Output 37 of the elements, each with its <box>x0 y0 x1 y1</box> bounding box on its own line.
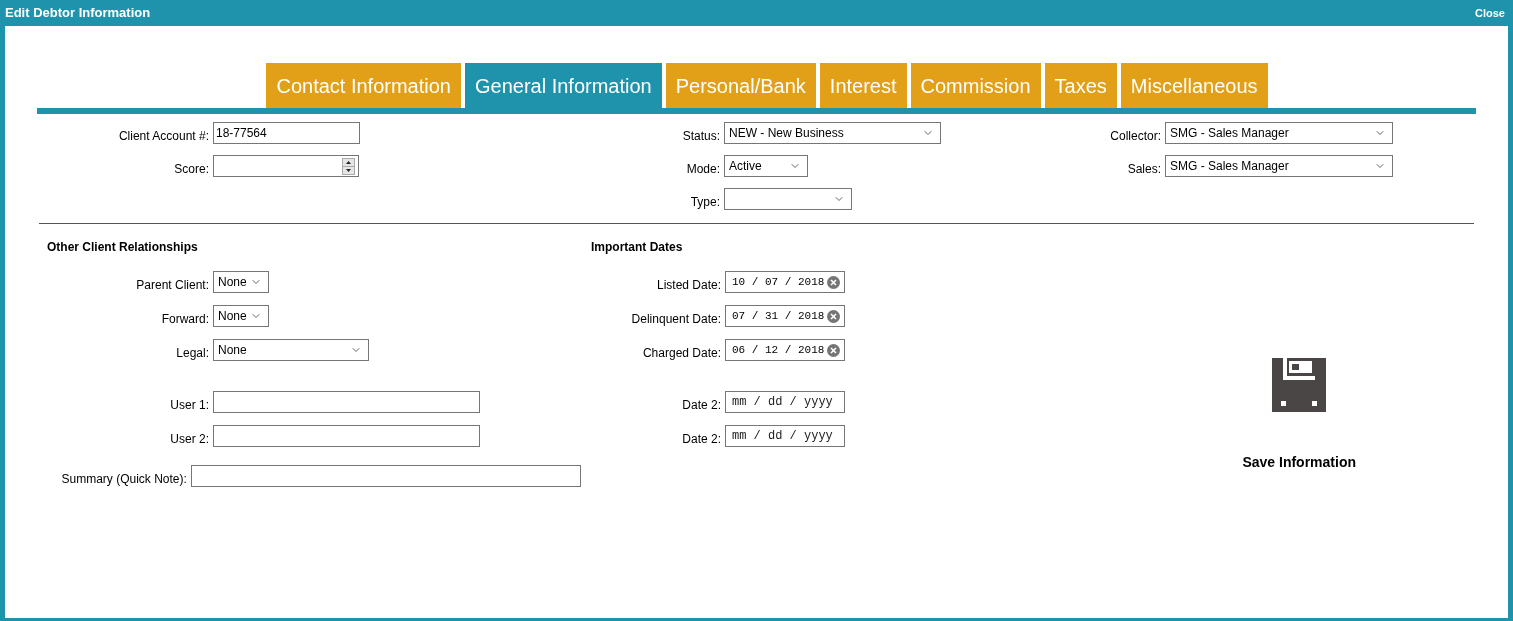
field-label: User 1: <box>169 397 209 414</box>
close-link[interactable]: Close <box>1475 4 1505 22</box>
field-label: User 2: <box>169 431 209 448</box>
date-field[interactable]: 07 / 31 / 2018 <box>725 305 845 327</box>
field-label: Score: <box>173 161 209 178</box>
select-field[interactable]: None <box>213 305 269 327</box>
section-heading: Other Client Relationships <box>47 239 199 256</box>
select-field[interactable]: None <box>213 339 369 361</box>
date-field[interactable]: mm / dd / yyyy <box>725 425 845 447</box>
select-field[interactable]: SMG - Sales Manager <box>1165 122 1393 144</box>
field-label: Legal: <box>175 345 209 362</box>
select-field[interactable]: SMG - Sales Manager <box>1165 155 1393 177</box>
field-label: Parent Client: <box>135 277 209 294</box>
field-label: Mode: <box>685 161 720 178</box>
field-label: Date 2: <box>681 431 721 448</box>
section-heading: Important Dates <box>591 239 684 256</box>
text-field[interactable]: 18-77564 <box>213 122 360 144</box>
date-field[interactable]: mm / dd / yyyy <box>725 391 845 413</box>
save-button[interactable]: Save Information <box>1242 358 1356 488</box>
field-label: Status: <box>681 128 720 145</box>
field-label: Forward: <box>160 311 209 328</box>
select-field[interactable]: NEW - New Business <box>724 122 941 144</box>
select-field[interactable]: None <box>213 271 269 293</box>
field-label: Delinquent Date: <box>630 311 721 328</box>
field-label: Date 2: <box>681 397 721 414</box>
field-label: Type: <box>689 194 720 211</box>
select-field[interactable]: Active <box>724 155 808 177</box>
tab[interactable]: General Information <box>465 63 662 108</box>
window-title: Edit Debtor Information <box>5 4 151 23</box>
field-label: Summary (Quick Note): <box>60 471 187 488</box>
field-label: Listed Date: <box>655 277 721 294</box>
date-field[interactable]: 10 / 07 / 2018 <box>725 271 845 293</box>
field-label: Charged Date: <box>641 345 721 362</box>
date-field[interactable]: 06 / 12 / 2018 <box>725 339 845 361</box>
field-label: Collector: <box>1109 128 1161 145</box>
field-label: Client Account #: <box>117 128 209 145</box>
field-label: Sales: <box>1126 161 1161 178</box>
